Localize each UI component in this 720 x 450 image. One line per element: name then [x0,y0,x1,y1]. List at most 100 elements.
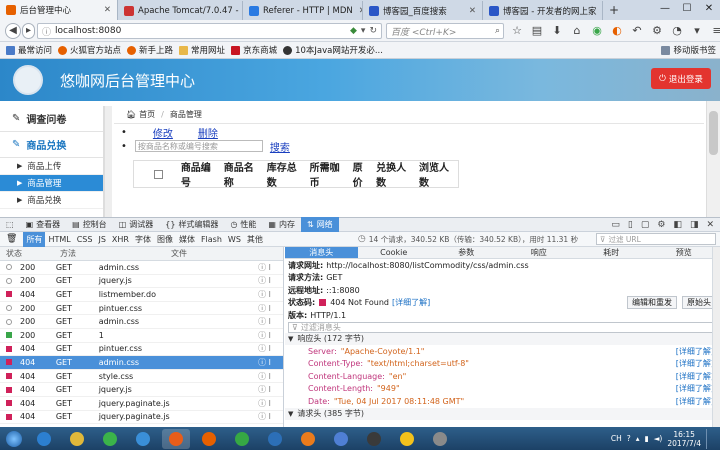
close-window-icon[interactable]: ✕ [698,0,720,20]
table-row[interactable]: 404 GET listmember.do ⓘ l [0,288,283,302]
home-icon[interactable]: ⌂ [570,23,584,39]
star-icon[interactable]: ☆ [510,23,524,39]
edit-resend-button[interactable]: 编辑和重发 [627,296,677,310]
reading-list-icon[interactable]: ▤ [530,23,544,39]
table-row[interactable]: 200 GET admin.css ⓘ l [0,261,283,275]
extension-icon[interactable]: ↶ [630,23,644,39]
bookmark-getting-started[interactable]: 新手上路 [127,44,173,56]
filter-flash[interactable]: Flash [198,232,225,247]
tab-performance[interactable]: ◷ 性能 [224,217,262,232]
tab-2[interactable]: Referer - HTTP | MDN✕ [243,1,363,20]
tab-cookies[interactable]: Cookie [358,247,431,258]
split-console-icon[interactable]: ▭ [611,220,620,230]
taskbar-app-button[interactable] [393,429,421,449]
new-tab-button[interactable]: + [603,1,625,20]
tab-4[interactable]: 博客园 - 开发者的网上家✕ [483,1,603,20]
page-scrollbar[interactable] [706,101,720,217]
table-row[interactable]: 404 GET admin.css ⓘ l [0,356,283,370]
taskbar-app-button[interactable] [426,429,454,449]
sync-icon[interactable]: ⚙ [650,23,664,39]
url-bar[interactable]: ⓘ localhost:8080 ◆ ▾ ↻ [37,23,382,39]
filter-ws[interactable]: WS [225,232,244,247]
start-button[interactable] [3,429,25,449]
tab-network[interactable]: ⇅ 网络 [300,217,339,232]
table-row[interactable]: 404 GET pintuer.css ⓘ l [0,343,283,357]
dropdown-icon[interactable]: ▾ [690,23,704,39]
clock[interactable]: 16:15 2017/7/4 [667,430,701,448]
pocket-icon[interactable]: ◐ [610,23,624,39]
forward-icon[interactable]: ▸ [22,23,35,39]
tab-3[interactable]: 博客园_百度搜索 ✕ [363,1,483,20]
request-headers-toggle[interactable]: ▼ 请求头 (385 字节) [285,407,720,420]
show-desktop-button[interactable] [706,428,714,449]
breadcrumb-home[interactable]: 首页 [139,109,155,120]
tab-memory[interactable]: ▦ 内存 [262,217,301,232]
close-icon[interactable]: ✕ [596,6,602,16]
responsive-icon[interactable]: ▯ [628,220,633,230]
close-icon[interactable]: ✕ [463,6,476,16]
tray-expand-icon[interactable]: ▴ [636,434,640,443]
bookmark-jd[interactable]: 京东商城 [231,44,277,56]
search-link[interactable]: 搜索 [270,139,290,154]
table-row[interactable]: 200 GET pintuer.css ⓘ l [0,302,283,316]
tab-params[interactable]: 参数 [430,247,503,258]
taskbar-app-button[interactable] [63,429,91,449]
table-row[interactable]: 200 GET jquery.js ⓘ l [0,275,283,289]
download-icon[interactable]: ⬇ [550,23,564,39]
tab-timings[interactable]: 耗时 [575,247,648,258]
bookmark-firefox-site[interactable]: 火狐官方站点 [58,44,121,56]
devtools-close-icon[interactable]: ✕ [706,220,714,230]
tab-inspector[interactable]: ▣ 查看器 [20,217,67,232]
language-indicator[interactable]: CH [611,434,622,443]
url-filter-input[interactable]: ⊽ 过滤 URL [596,233,716,245]
info-icon[interactable]: ⓘ [42,25,51,38]
filter-images[interactable]: 图像 [154,232,176,247]
filter-fonts[interactable]: 字体 [132,232,154,247]
taskbar-app-button[interactable] [228,429,256,449]
search-icon[interactable]: ⌕ [495,26,500,36]
sidebar-scrollbar[interactable] [104,106,112,217]
sidebar-item-manage[interactable]: ▶ 商品管理 [0,175,103,192]
reload-icon[interactable]: ↻ [369,26,377,36]
taskbar-app-button[interactable] [30,429,58,449]
tab-debugger[interactable]: ◫ 调试器 [113,217,160,232]
back-icon[interactable]: ◀ [5,23,21,39]
table-row[interactable]: 200 GET admin.css ⓘ l [0,315,283,329]
taskbar-app-button[interactable] [129,429,157,449]
taskbar-app-button[interactable] [195,429,223,449]
tab-1[interactable]: Apache Tomcat/7.0.47 - Er✕ [118,1,243,20]
sidebar-item-upload[interactable]: ▶ 商品上传 [0,158,103,175]
settings-icon[interactable]: ⚙ [657,220,665,230]
filter-media[interactable]: 媒体 [176,232,198,247]
filter-other[interactable]: 其他 [244,232,266,247]
close-icon[interactable]: ✕ [98,5,111,15]
taskbar-app-button[interactable] [261,429,289,449]
bookmark-most-visited[interactable]: 最常访问 [6,44,52,56]
table-row[interactable]: 404 GET style.css ⓘ l [0,370,283,384]
filter-css[interactable]: CSS [74,232,96,247]
dropdown-icon[interactable]: ▾ [361,26,366,36]
table-row[interactable]: 404 GET jquery.paginate.js ⓘ l [0,411,283,425]
close-icon[interactable]: ✕ [353,6,362,16]
detail-scrollbar[interactable] [712,247,720,427]
filter-xhr[interactable]: XHR [109,232,132,247]
bookmark-mobile[interactable]: 移动版书签 [661,44,716,56]
table-row[interactable]: 404 GET jquery.js ⓘ l [0,383,283,397]
delete-link[interactable]: 删除 [198,125,218,140]
network-tray-icon[interactable]: ▮ [644,434,648,443]
edit-link[interactable]: 修改 [153,125,173,140]
minimize-icon[interactable]: — [654,0,676,20]
hamburger-menu-icon[interactable]: ≡ [710,23,720,39]
volume-icon[interactable]: ◄) [654,434,663,443]
tab-0[interactable]: 后台管理中心 ✕ [0,0,118,20]
taskbar-app-button[interactable] [360,429,388,449]
sidebar-item-exchange[interactable]: ▶ 商品兑换 [0,192,103,209]
tab-headers[interactable]: 消息头 [285,247,358,258]
undock-icon[interactable]: ◨ [690,220,699,230]
taskbar-app-button[interactable] [162,428,190,449]
chat-icon[interactable]: ◉ [590,23,604,39]
bookmark-menu-icon[interactable]: ◔ [670,23,684,39]
response-headers-toggle[interactable]: ▼ 响应头 (172 字节) [285,332,720,345]
shield-icon[interactable]: ◆ [350,26,357,36]
help-icon[interactable]: ? [627,434,631,443]
